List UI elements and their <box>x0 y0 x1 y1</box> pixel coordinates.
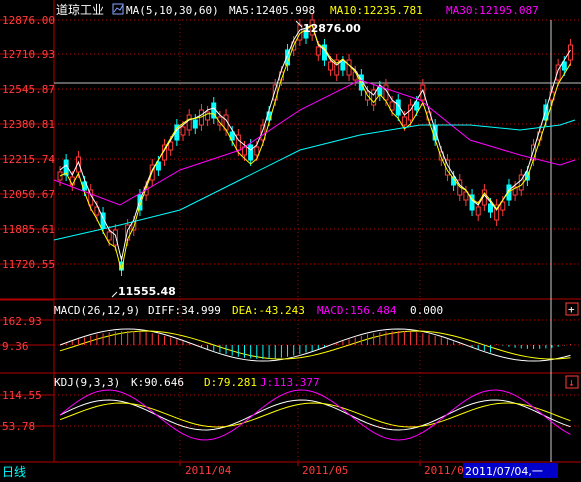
ma10-value: MA10:12235.781 <box>330 4 423 17</box>
candle-body <box>205 111 211 121</box>
candle-body <box>432 124 438 141</box>
macd-diff: DIFF:34.999 <box>148 304 221 317</box>
candle-body <box>192 119 198 129</box>
candle-body <box>248 144 254 161</box>
macd-dea: DEA:-43.243 <box>232 304 305 317</box>
period-selector[interactable]: 日线 <box>2 465 26 479</box>
kdj-j: J:113.377 <box>260 376 320 389</box>
candle-body <box>254 146 260 156</box>
macd-extra: 0.000 <box>410 304 443 317</box>
candle-body <box>475 206 481 216</box>
kdj-k: K:90.646 <box>131 376 184 389</box>
candle-body <box>186 114 192 131</box>
macd-expand-button[interactable]: + <box>565 302 579 316</box>
candle-body <box>180 126 186 136</box>
down-arrow-icon: ↓ <box>568 376 575 389</box>
ma5-value: MA5:12405.998 <box>229 4 315 17</box>
price-tick: 11885.61 <box>2 223 55 236</box>
candle-body <box>488 203 493 213</box>
date-tick: 2011/04 <box>185 464 232 477</box>
price-tick: 12215.74 <box>2 153 55 166</box>
low-value: 11555.48 <box>118 285 176 298</box>
high-annotation: 12876.00 <box>295 20 361 35</box>
plus-icon: + <box>568 303 575 316</box>
price-tick: 12710.93 <box>2 48 55 61</box>
index-name: 道琼工业 <box>56 2 104 17</box>
kdj-tick: 114.55 <box>2 389 42 402</box>
low-annotation: 11555.48 <box>111 285 176 298</box>
price-tick: 12380.81 <box>2 118 55 131</box>
price-tick: 11720.55 <box>2 258 55 271</box>
macd-tick: 9.36 <box>2 340 29 353</box>
ma-params: MA(5,10,30,60) <box>126 4 219 17</box>
macd-params: MACD(26,12,9) <box>54 304 140 317</box>
candle-body <box>346 59 352 76</box>
macd-value: MACD:156.484 <box>317 304 397 317</box>
price-tick: 12876.00 <box>2 14 55 27</box>
price-tick: 12545.87 <box>2 83 55 96</box>
candle-body <box>401 116 407 126</box>
price-tick: 12050.67 <box>2 188 55 201</box>
candle-body <box>106 231 112 241</box>
stock-chart[interactable]: 12876.00 12710.93 12545.87 12380.81 1221… <box>0 0 581 482</box>
candle-body <box>328 61 334 71</box>
chart-header: 道琼工业 MA(5,10,30,60) MA5:12405.998 MA10:1… <box>56 2 539 17</box>
macd-tick: 162.93 <box>2 315 42 328</box>
kdj-expand-button[interactable]: ↓ <box>565 375 579 389</box>
candle-body <box>340 61 346 71</box>
kdj-d: D:79.281 <box>204 376 257 389</box>
kdj-params: KDJ(9,3,3) <box>54 376 120 389</box>
cursor-date: 2011/07/04,一 <box>465 465 543 478</box>
candle-body <box>315 46 321 56</box>
ma30-value: MA30:12195.087 <box>446 4 539 17</box>
date-tick: 2011/05 <box>302 464 348 477</box>
kdj-tick: 53.78 <box>2 420 35 433</box>
high-value: 12876.00 <box>303 22 361 35</box>
